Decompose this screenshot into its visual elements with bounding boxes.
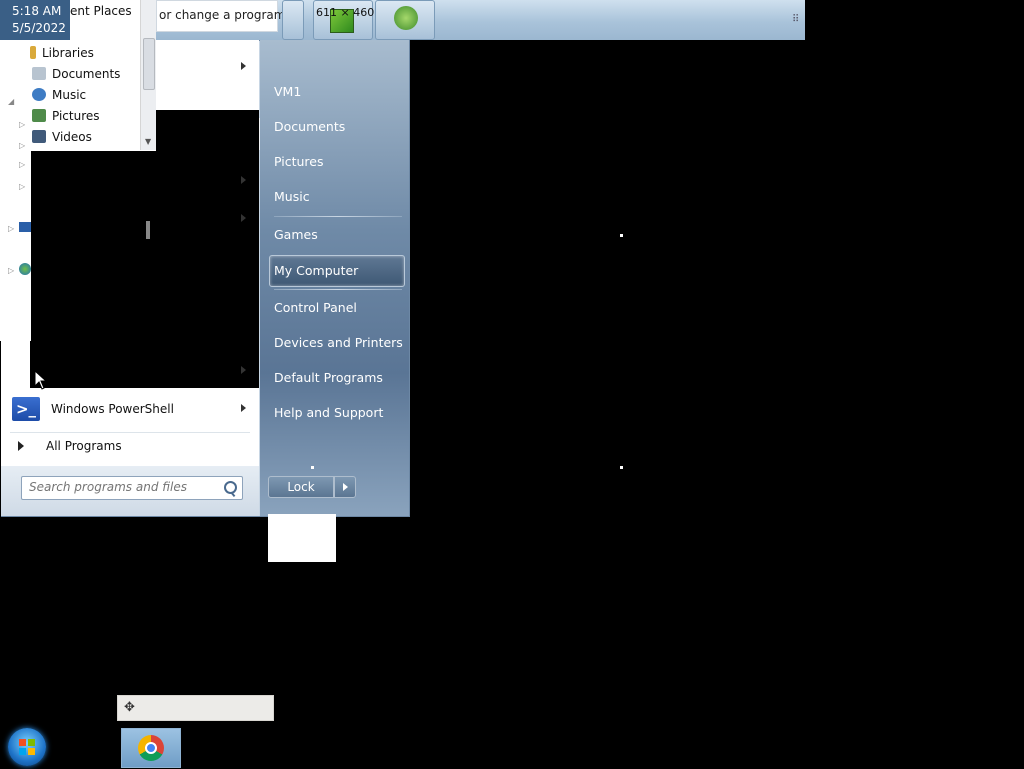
- render-gap: [150, 110, 259, 388]
- link-documents[interactable]: Documents: [274, 114, 345, 138]
- tree-expand-icon[interactable]: ▷: [19, 182, 27, 191]
- submenu-arrow-icon[interactable]: [241, 404, 246, 412]
- tree-collapse-icon[interactable]: ◢: [8, 97, 16, 106]
- link-games[interactable]: Games: [274, 222, 318, 246]
- pixel-speck: [620, 466, 623, 469]
- libraries-icon: [30, 46, 36, 59]
- network-icon: [19, 263, 31, 275]
- lock-button[interactable]: Lock: [268, 476, 334, 498]
- pixel-speck: [620, 234, 623, 237]
- videos-icon: [32, 130, 46, 143]
- all-programs-label: All Programs: [46, 439, 122, 453]
- scrollbar-thumb[interactable]: [143, 38, 155, 90]
- tray-clock-overlay: 5:18 AM 5/5/2022: [0, 0, 70, 40]
- chrome-icon: [138, 735, 164, 761]
- link-devices-printers[interactable]: Devices and Printers: [274, 330, 403, 354]
- computer-icon: [19, 222, 31, 232]
- frog-app-icon: [394, 6, 418, 30]
- documents-icon: [32, 67, 46, 80]
- separator: [10, 432, 250, 433]
- clock-date: 5/5/2022: [12, 21, 66, 35]
- nav-recent-places[interactable]: ent Places: [70, 4, 132, 18]
- taskbar-button-chrome[interactable]: [121, 728, 181, 768]
- link-control-panel[interactable]: Control Panel: [274, 295, 357, 319]
- all-programs-button[interactable]: All Programs: [12, 439, 122, 453]
- nav-item-label: Music: [52, 87, 87, 102]
- separator: [274, 289, 402, 290]
- tree-expand-icon[interactable]: ▷: [8, 224, 16, 233]
- splitter-handle[interactable]: [146, 221, 150, 239]
- start-item-label: Windows PowerShell: [51, 402, 174, 416]
- powershell-icon: >_: [12, 397, 40, 421]
- mouse-cursor-icon: [34, 370, 48, 390]
- tree-expand-icon[interactable]: ▷: [8, 266, 16, 275]
- separator: [274, 216, 402, 217]
- start-button[interactable]: [8, 728, 46, 766]
- render-gap: [30, 150, 151, 388]
- link-help-support[interactable]: Help and Support: [274, 400, 383, 424]
- control-panel-title: or change a program: [159, 8, 286, 22]
- music-icon: [32, 88, 46, 101]
- pixel-speck: [311, 466, 314, 469]
- nav-item-label: Videos: [52, 129, 92, 144]
- move-icon: ✥: [124, 700, 135, 715]
- window-move-strip[interactable]: ✥: [117, 695, 274, 721]
- nav-item-videos[interactable]: Videos: [32, 126, 92, 147]
- nav-pane-left-strip: [0, 151, 31, 341]
- submenu-arrow-icon[interactable]: [241, 62, 246, 70]
- nav-item-label: Documents: [52, 66, 121, 81]
- submenu-arrow-icon[interactable]: [241, 366, 246, 374]
- tree-expand-icon[interactable]: ▷: [19, 141, 27, 150]
- nav-scrollbar[interactable]: ▼: [140, 0, 156, 150]
- link-default-programs[interactable]: Default Programs: [274, 365, 383, 389]
- expand-arrow-icon: [18, 441, 24, 451]
- tree-expand-icon[interactable]: ▷: [19, 120, 27, 129]
- link-music[interactable]: Music: [274, 184, 310, 208]
- pictures-icon: [32, 109, 46, 122]
- scroll-down-icon[interactable]: ▼: [145, 137, 151, 146]
- taskbar-button-explorer[interactable]: [282, 0, 304, 40]
- submenu-arrow-icon[interactable]: [241, 176, 246, 184]
- render-artifact: [268, 514, 336, 562]
- nav-item-label: Pictures: [52, 108, 100, 123]
- search-input[interactable]: [29, 477, 219, 497]
- tree-expand-icon[interactable]: ▷: [19, 160, 27, 169]
- nav-item-label: Libraries: [42, 45, 94, 60]
- start-item-powershell[interactable]: >_ Windows PowerShell: [12, 395, 252, 423]
- search-icon[interactable]: [224, 481, 237, 494]
- nav-item-documents[interactable]: Documents: [32, 63, 120, 84]
- link-my-computer[interactable]: My Computer: [274, 258, 358, 282]
- nav-item-music[interactable]: Music: [32, 84, 86, 105]
- link-pictures[interactable]: Pictures: [274, 149, 324, 173]
- nav-item-libraries[interactable]: Libraries: [30, 42, 94, 63]
- pixel-speck: [216, 263, 218, 265]
- taskbar-button-app[interactable]: [375, 0, 435, 40]
- resize-grip-icon[interactable]: ⠿: [792, 14, 799, 25]
- control-panel-window-fragment[interactable]: or change a program: [156, 0, 285, 32]
- nav-item-pictures[interactable]: Pictures: [32, 105, 100, 126]
- submenu-arrow-icon[interactable]: [241, 214, 246, 222]
- clock-time: 5:18 AM: [12, 4, 62, 18]
- windows-logo-icon: [19, 739, 35, 755]
- search-box[interactable]: [21, 476, 243, 500]
- link-user-folder[interactable]: VM1: [274, 79, 301, 103]
- shutdown-options-button[interactable]: [334, 476, 356, 498]
